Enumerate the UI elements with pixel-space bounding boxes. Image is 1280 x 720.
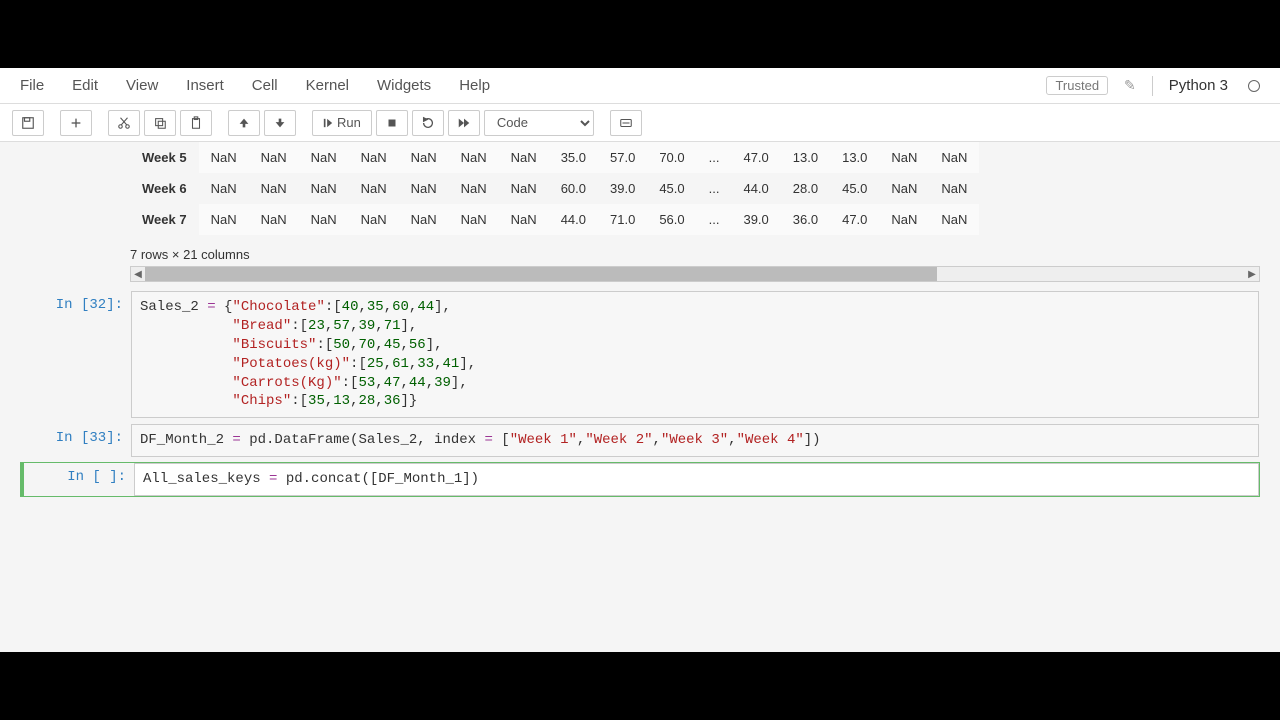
table-cell: 36.0 bbox=[781, 204, 830, 235]
divider bbox=[1152, 76, 1153, 96]
table-cell: NaN bbox=[449, 173, 499, 204]
table-cell: NaN bbox=[399, 204, 449, 235]
table-cell: ... bbox=[697, 142, 732, 173]
command-palette-button[interactable] bbox=[610, 110, 642, 136]
table-cell: 39.0 bbox=[598, 173, 647, 204]
menu-view[interactable]: View bbox=[126, 77, 158, 94]
table-cell: 28.0 bbox=[781, 173, 830, 204]
kernel-status-icon[interactable] bbox=[1248, 80, 1260, 92]
table-shape: 7 rows × 21 columns bbox=[130, 247, 1260, 262]
cell-prompt: In [33]: bbox=[21, 424, 131, 457]
table-cell: 47.0 bbox=[830, 204, 879, 235]
interrupt-button[interactable] bbox=[376, 110, 408, 136]
code-cell-32[interactable]: In [32]: Sales_2 = {"Chocolate":[40,35,6… bbox=[20, 290, 1260, 419]
code-cell-33[interactable]: In [33]: DF_Month_2 = pd.DataFrame(Sales… bbox=[20, 423, 1260, 458]
table-cell: NaN bbox=[349, 173, 399, 204]
menu-insert[interactable]: Insert bbox=[186, 77, 224, 94]
copy-button[interactable] bbox=[144, 110, 176, 136]
cell-input[interactable]: All_sales_keys = pd.concat([DF_Month_1]) bbox=[134, 463, 1259, 496]
notebook-content: Week 5NaNNaNNaNNaNNaNNaNNaN35.057.070.0.… bbox=[0, 142, 1280, 652]
menu-cell[interactable]: Cell bbox=[252, 77, 278, 94]
trusted-indicator[interactable]: Trusted bbox=[1046, 76, 1108, 95]
run-button[interactable]: Run bbox=[312, 110, 372, 136]
table-cell: 13.0 bbox=[830, 142, 879, 173]
toolbar: Run Code bbox=[0, 104, 1280, 142]
table-cell: NaN bbox=[399, 142, 449, 173]
cell-input[interactable]: Sales_2 = {"Chocolate":[40,35,60,44], "B… bbox=[131, 291, 1259, 418]
table-cell: NaN bbox=[299, 142, 349, 173]
output-table: Week 5NaNNaNNaNNaNNaNNaNNaN35.057.070.0.… bbox=[20, 142, 1260, 282]
table-cell: 35.0 bbox=[549, 142, 598, 173]
row-header: Week 6 bbox=[130, 173, 199, 204]
table-cell: NaN bbox=[879, 142, 929, 173]
table-cell: 47.0 bbox=[731, 142, 780, 173]
table-cell: NaN bbox=[249, 173, 299, 204]
horizontal-scrollbar[interactable]: ◀ ▶ bbox=[130, 266, 1260, 282]
table-cell: 60.0 bbox=[549, 173, 598, 204]
table-cell: 13.0 bbox=[781, 142, 830, 173]
table-cell: NaN bbox=[879, 173, 929, 204]
table-row: Week 6NaNNaNNaNNaNNaNNaNNaN60.039.045.0.… bbox=[130, 173, 979, 204]
menu-file[interactable]: File bbox=[20, 77, 44, 94]
save-button[interactable] bbox=[12, 110, 44, 136]
table-cell: NaN bbox=[349, 204, 399, 235]
move-up-button[interactable] bbox=[228, 110, 260, 136]
table-cell: 44.0 bbox=[731, 173, 780, 204]
celltype-select[interactable]: Code bbox=[484, 110, 594, 136]
table-cell: 71.0 bbox=[598, 204, 647, 235]
table-row: Week 5NaNNaNNaNNaNNaNNaNNaN35.057.070.0.… bbox=[130, 142, 979, 173]
table-cell: NaN bbox=[249, 142, 299, 173]
table-cell: NaN bbox=[499, 204, 549, 235]
restart-run-all-button[interactable] bbox=[448, 110, 480, 136]
table-cell: NaN bbox=[299, 204, 349, 235]
table-row: Week 7NaNNaNNaNNaNNaNNaNNaN44.071.056.0.… bbox=[130, 204, 979, 235]
table-cell: NaN bbox=[499, 173, 549, 204]
table-cell: 44.0 bbox=[549, 204, 598, 235]
row-header: Week 5 bbox=[130, 142, 199, 173]
table-cell: 45.0 bbox=[647, 173, 696, 204]
cell-prompt: In [32]: bbox=[21, 291, 131, 418]
cell-input[interactable]: DF_Month_2 = pd.DataFrame(Sales_2, index… bbox=[131, 424, 1259, 457]
table-cell: NaN bbox=[199, 204, 249, 235]
restart-button[interactable] bbox=[412, 110, 444, 136]
table-cell: NaN bbox=[929, 204, 979, 235]
menubar: File Edit View Insert Cell Kernel Widget… bbox=[0, 68, 1280, 104]
edit-icon[interactable]: ✎ bbox=[1124, 77, 1136, 94]
table-cell: NaN bbox=[929, 173, 979, 204]
table-cell: NaN bbox=[879, 204, 929, 235]
table-cell: NaN bbox=[929, 142, 979, 173]
table-cell: 39.0 bbox=[731, 204, 780, 235]
menu-widgets[interactable]: Widgets bbox=[377, 77, 431, 94]
table-cell: NaN bbox=[299, 173, 349, 204]
table-cell: 56.0 bbox=[647, 204, 696, 235]
cell-prompt: In [ ]: bbox=[24, 463, 134, 496]
table-cell: NaN bbox=[249, 204, 299, 235]
scroll-left-icon[interactable]: ◀ bbox=[131, 269, 145, 280]
table-cell: NaN bbox=[199, 173, 249, 204]
menu-help[interactable]: Help bbox=[459, 77, 490, 94]
menu-edit[interactable]: Edit bbox=[72, 77, 98, 94]
add-cell-button[interactable] bbox=[60, 110, 92, 136]
table-cell: 70.0 bbox=[647, 142, 696, 173]
table-cell: 45.0 bbox=[830, 173, 879, 204]
table-cell: ... bbox=[697, 204, 732, 235]
table-cell: NaN bbox=[449, 142, 499, 173]
move-down-button[interactable] bbox=[264, 110, 296, 136]
row-header: Week 7 bbox=[130, 204, 199, 235]
scroll-right-icon[interactable]: ▶ bbox=[1245, 269, 1259, 280]
table-cell: NaN bbox=[449, 204, 499, 235]
kernel-name[interactable]: Python 3 bbox=[1169, 77, 1228, 94]
table-cell: NaN bbox=[399, 173, 449, 204]
table-cell: NaN bbox=[349, 142, 399, 173]
code-cell-empty[interactable]: In [ ]: All_sales_keys = pd.concat([DF_M… bbox=[20, 462, 1260, 497]
cut-button[interactable] bbox=[108, 110, 140, 136]
table-cell: NaN bbox=[199, 142, 249, 173]
paste-button[interactable] bbox=[180, 110, 212, 136]
table-cell: 57.0 bbox=[598, 142, 647, 173]
table-cell: NaN bbox=[499, 142, 549, 173]
menu-kernel[interactable]: Kernel bbox=[306, 77, 349, 94]
table-cell: ... bbox=[697, 173, 732, 204]
